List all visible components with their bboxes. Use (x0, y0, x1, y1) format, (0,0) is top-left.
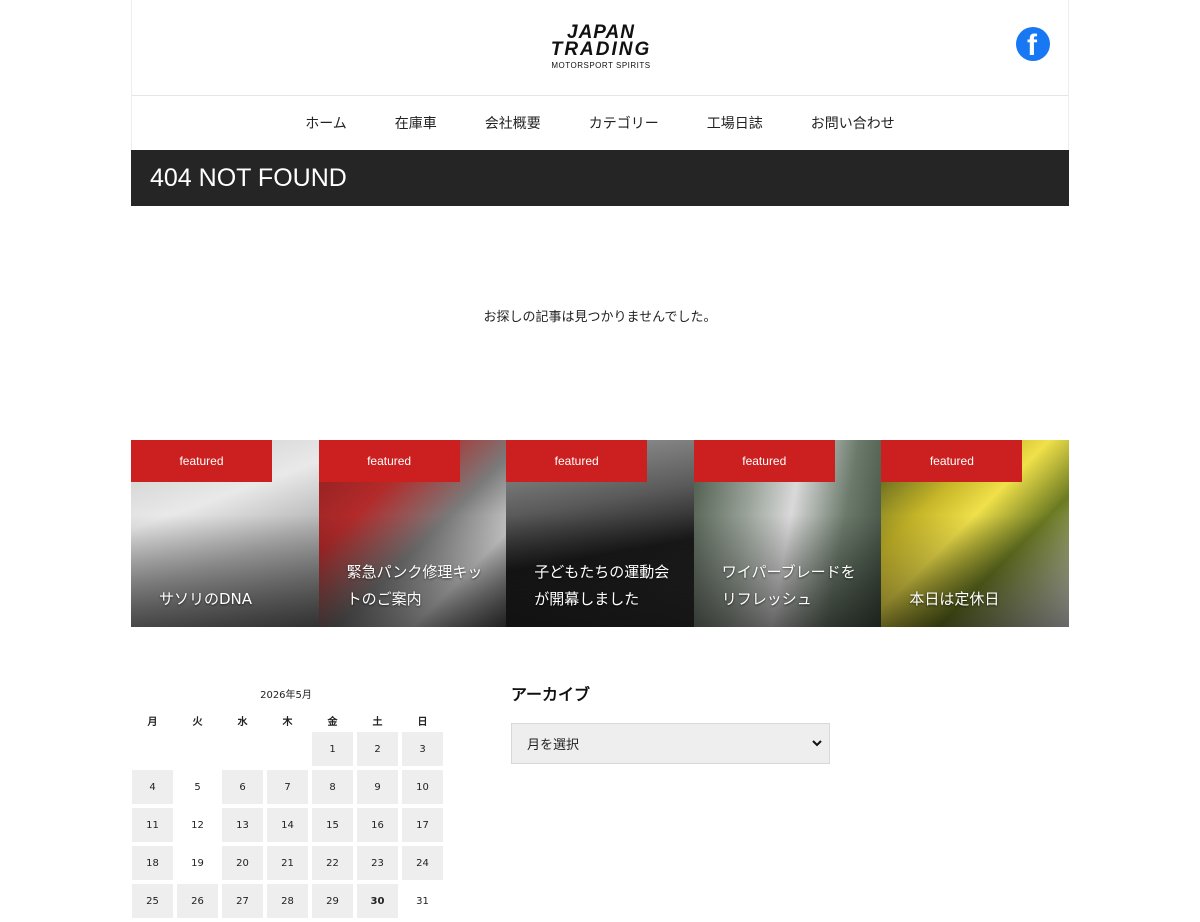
chevron-down-icon (812, 740, 822, 747)
nav-item-company[interactable]: 会社概要 (485, 113, 541, 133)
calendar-day: 24 (402, 846, 443, 880)
calendar-day: 9 (357, 770, 398, 804)
calendar-day: 1 (312, 732, 353, 766)
featured-tag: featured (318, 440, 460, 482)
featured-caption: サソリのDNA (159, 590, 253, 608)
page-title: 404 NOT FOUND (150, 163, 347, 192)
archive-widget: アーカイブ 月を選択 (511, 681, 831, 764)
page-wrapper: JAPAN TRADING MOTORSPORT SPIRITS f ホーム 在… (131, 0, 1069, 918)
page-title-bar: 404 NOT FOUND (131, 150, 1069, 206)
calendar-day: 20 (222, 846, 263, 880)
calendar-day: 3 (402, 732, 443, 766)
calendar-day: 8 (312, 770, 353, 804)
calendar-table: 月 火 水 木 金 土 日 1 2 3 4 5 6 7 8 9 10 11 12… (128, 709, 447, 922)
weekday-header: 木 (282, 717, 293, 728)
calendar-day (267, 732, 308, 766)
facebook-icon[interactable]: f (1016, 27, 1050, 62)
weekday-header: 水 (237, 717, 248, 728)
calendar-day: 13 (222, 808, 263, 842)
featured-tag: featured (131, 440, 272, 482)
calendar-day: 25 (132, 884, 173, 918)
site-logo[interactable]: JAPAN TRADING MOTORSPORT SPIRITS (518, 23, 684, 70)
featured-card[interactable]: featured 本日は定休日 (881, 440, 1069, 627)
calendar-day: 4 (132, 770, 173, 804)
featured-caption: 緊急パンク修理キットのご案内 (346, 563, 483, 608)
calendar-day (222, 732, 263, 766)
featured-caption: ワイパーブレードをリフレッシュ (721, 563, 856, 608)
calendar-day: 10 (402, 770, 443, 804)
nav-item-contact[interactable]: お問い合わせ (811, 113, 895, 133)
calendar-day: 19 (191, 857, 204, 869)
calendar-day: 21 (267, 846, 308, 880)
featured-caption: 本日は定休日 (909, 590, 1000, 608)
calendar-day: 23 (357, 846, 398, 880)
featured-card[interactable]: featured ワイパーブレードをリフレッシュ (693, 440, 882, 627)
calendar-day: 17 (402, 808, 443, 842)
calendar-day: 12 (191, 819, 204, 831)
featured-caption: 子どもたちの運動会が開幕しました (534, 563, 670, 608)
archive-month-select[interactable]: 月を選択 (511, 723, 830, 764)
nav-item-factory-diary[interactable]: 工場日誌 (707, 113, 763, 133)
site-header: JAPAN TRADING MOTORSPORT SPIRITS f (131, 0, 1069, 96)
nav-item-stock[interactable]: 在庫車 (395, 113, 437, 133)
calendar-day: 16 (357, 808, 398, 842)
weekday-header: 土 (372, 717, 383, 728)
calendar-day: 15 (312, 808, 353, 842)
calendar-day-today: 30 (357, 884, 398, 918)
main-nav: ホーム 在庫車 会社概要 カテゴリー 工場日誌 お問い合わせ (131, 96, 1069, 150)
calendar-day: 2 (357, 732, 398, 766)
weekday-header: 火 (192, 717, 203, 728)
calendar-day: 7 (267, 770, 308, 804)
archive-heading: アーカイブ (511, 685, 591, 704)
calendar-day: 31 (416, 895, 429, 907)
logo-line-2: TRADING (550, 39, 652, 60)
calendar-day (177, 732, 218, 766)
not-found-message: お探しの記事は見つかりませんでした。 (483, 310, 717, 325)
calendar-day: 5 (194, 781, 201, 793)
weekday-header: 日 (417, 717, 428, 728)
weekday-header: 金 (327, 717, 338, 728)
featured-card[interactable]: featured サソリのDNA (131, 440, 319, 627)
featured-tag: featured (506, 440, 648, 482)
calendar-day: 29 (312, 884, 353, 918)
calendar-day: 26 (177, 884, 218, 918)
calendar-day: 27 (222, 884, 263, 918)
nav-item-category[interactable]: カテゴリー (589, 113, 659, 133)
featured-card[interactable]: featured 子どもたちの運動会が開幕しました (506, 440, 694, 627)
featured-posts: featured サソリのDNA featured 緊急パンク修理キットのご案内… (131, 440, 1069, 627)
calendar-caption: 2026年5月 (260, 690, 312, 701)
calendar-day: 14 (267, 808, 308, 842)
calendar-day: 18 (132, 846, 173, 880)
calendar-day (132, 732, 173, 766)
calendar-day: 28 (267, 884, 308, 918)
calendar-day: 22 (312, 846, 353, 880)
calendar-day: 11 (132, 808, 173, 842)
featured-card[interactable]: featured 緊急パンク修理キットのご案内 (318, 440, 507, 627)
archive-select-value: 月を選択 (527, 738, 580, 753)
featured-tag: featured (881, 440, 1023, 482)
nav-item-home[interactable]: ホーム (305, 113, 347, 133)
calendar-widget: 2026年5月 月 火 水 木 金 土 日 1 2 3 4 5 6 7 8 9 … (131, 686, 451, 922)
featured-tag: featured (693, 440, 835, 482)
logo-subtitle: MOTORSPORT SPIRITS (551, 61, 651, 70)
weekday-header: 月 (147, 717, 158, 728)
calendar-day: 6 (222, 770, 263, 804)
